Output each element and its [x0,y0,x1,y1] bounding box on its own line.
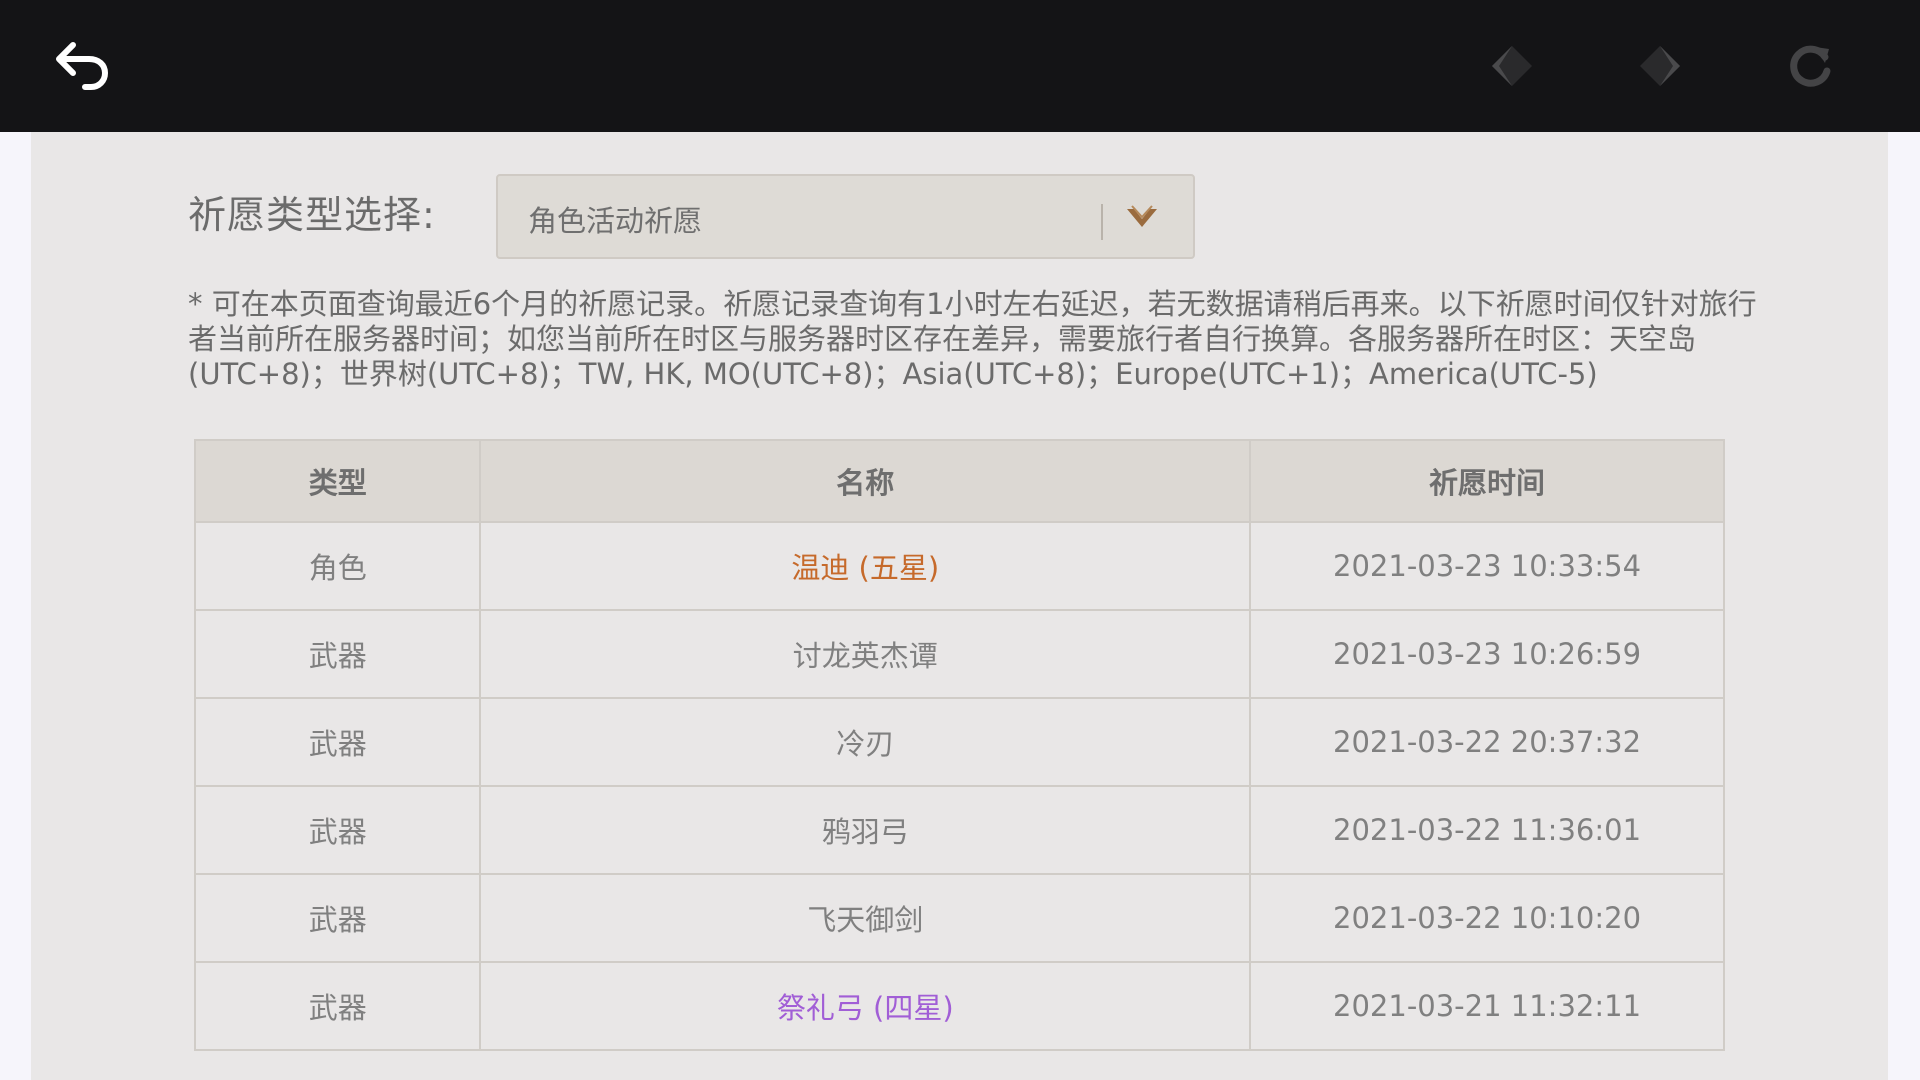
cell-name: 温迪 (五星) [479,521,1252,611]
table-row: 武器 飞天御剑 2021-03-22 10:10:20 [193,873,1725,963]
wish-type-select[interactable]: 角色活动祈愿 [496,174,1195,259]
header-name: 名称 [479,439,1252,523]
cell-name: 祭礼弓 (四星) [479,961,1252,1051]
next-button[interactable] [1630,36,1690,96]
prev-diamond-icon [1492,46,1532,86]
cell-time: 2021-03-22 20:37:32 [1249,697,1725,787]
cell-time: 2021-03-23 10:26:59 [1249,609,1725,699]
cell-type: 武器 [193,785,482,875]
back-button[interactable] [52,36,112,96]
cell-type: 武器 [193,873,482,963]
header-time: 祈愿时间 [1249,439,1725,523]
select-divider [1101,204,1103,240]
cell-name: 飞天御剑 [479,873,1252,963]
notice-text: * 可在本页面查询最近6个月的祈愿记录。祈愿记录查询有1小时左右延迟，若无数据请… [188,287,1757,391]
cell-time: 2021-03-22 11:36:01 [1249,785,1725,875]
prev-button[interactable] [1482,36,1542,96]
cell-type: 武器 [193,609,482,699]
cell-name: 鸦羽弓 [479,785,1252,875]
back-arrow-icon [56,42,109,90]
cell-time: 2021-03-22 10:10:20 [1249,873,1725,963]
refresh-button[interactable] [1780,36,1840,96]
table-row: 角色 温迪 (五星) 2021-03-23 10:33:54 [193,521,1725,611]
table-row: 武器 鸦羽弓 2021-03-22 11:36:01 [193,785,1725,875]
next-diamond-icon [1640,46,1680,86]
cell-type: 武器 [193,961,482,1051]
cell-type: 武器 [193,697,482,787]
wish-history-table: 类型 名称 祈愿时间 角色 温迪 (五星) 2021-03-23 10:33:5… [193,439,1725,1051]
wish-type-selected-value: 角色活动祈愿 [528,204,703,238]
table-row: 武器 祭礼弓 (四星) 2021-03-21 11:32:11 [193,961,1725,1051]
cell-time: 2021-03-23 10:33:54 [1249,521,1725,611]
table-row: 武器 讨龙英杰谭 2021-03-23 10:26:59 [193,609,1725,699]
cell-type: 角色 [193,521,482,611]
main-content: 祈愿类型选择: 角色活动祈愿 * 可在本页面查询最近6个月的祈愿记录。祈愿记录查… [31,132,1888,1080]
table-header-row: 类型 名称 祈愿时间 [193,439,1725,523]
cell-name: 讨龙英杰谭 [479,609,1252,699]
top-bar [0,0,1920,132]
refresh-icon [1790,45,1831,87]
chevron-down-icon [1127,205,1157,227]
cell-time: 2021-03-21 11:32:11 [1249,961,1725,1051]
table-row: 武器 冷刃 2021-03-22 20:37:32 [193,697,1725,787]
cell-name: 冷刃 [479,697,1252,787]
header-type: 类型 [193,439,482,523]
wish-type-label: 祈愿类型选择: [188,193,436,237]
